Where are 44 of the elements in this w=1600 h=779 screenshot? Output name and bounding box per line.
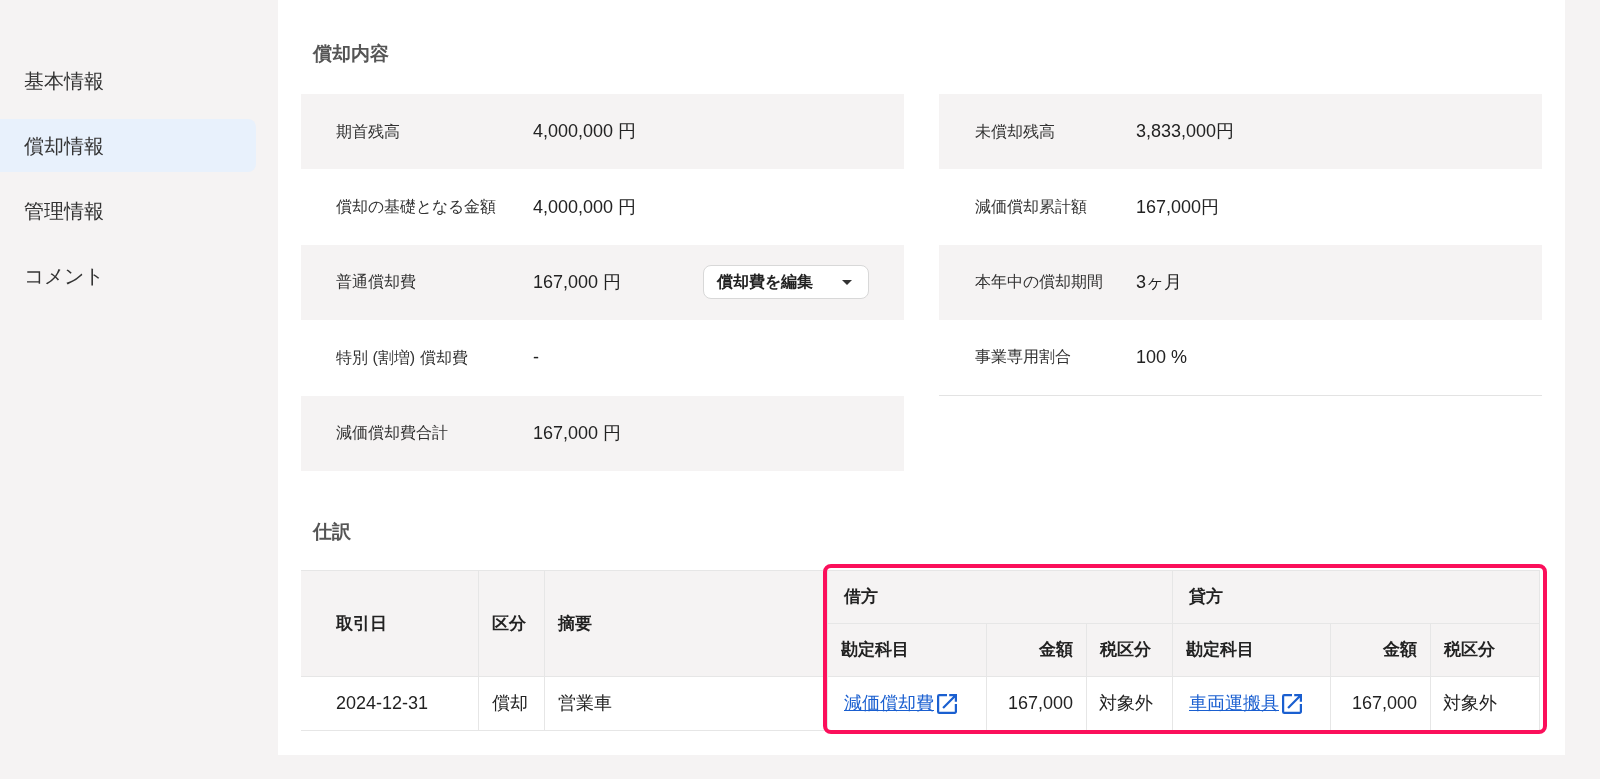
edit-depreciation-button[interactable]: 償却費を編集 (703, 265, 869, 300)
table-cell: 償却 (479, 677, 545, 731)
field-label: 事業専用割合 (974, 347, 1072, 368)
field-label: 普通償却費 (335, 272, 417, 293)
column-header: 勘定科目 (828, 624, 987, 677)
sidebar-item[interactable]: 基本情報 (0, 54, 256, 107)
sidebar-item[interactable]: 償却情報 (0, 119, 256, 172)
external-link-icon (937, 693, 957, 714)
column-header: 税区分 (1431, 624, 1540, 677)
field-value: 3,833,000円 (1136, 120, 1236, 144)
column-header: 区分 (479, 571, 545, 677)
column-header: 金額 (987, 624, 1087, 677)
field-label: 償却の基礎となる金額 (335, 197, 497, 218)
field-value: 4,000,000 円 (533, 120, 638, 144)
field-value: 167,000 円 (533, 421, 623, 445)
table-cell: 2024-12-31 (301, 677, 479, 731)
field-label: 減価償却累計額 (974, 197, 1088, 218)
field-value: 4,000,000 円 (533, 195, 638, 219)
section-title: 償却内容 (313, 41, 389, 66)
section-title: 仕訳 (313, 519, 351, 544)
group-header: 貸方 (1173, 571, 1540, 624)
column-header: 勘定科目 (1173, 624, 1331, 677)
table-cell: 営業車 (545, 677, 828, 731)
column-header: 取引日 (301, 571, 479, 677)
group-header: 借方 (828, 571, 1173, 624)
field-label: 期首残高 (335, 121, 401, 142)
sidebar-item[interactable]: コメント (0, 249, 256, 302)
external-link-icon (1282, 693, 1302, 714)
account-link[interactable]: 減価償却費 (844, 690, 934, 717)
field-label: 本年中の償却期間 (974, 272, 1104, 293)
field-label: 特別 (割増) 償却費 (335, 347, 469, 368)
field-value: 167,000 円 (533, 270, 623, 294)
field-value: 167,000円 (1136, 195, 1221, 219)
field-value: 3ヶ月 (1136, 270, 1183, 294)
sidebar-item[interactable]: 管理情報 (0, 184, 256, 237)
column-header: 税区分 (1087, 624, 1173, 677)
field-value: - (533, 346, 540, 370)
field-label: 減価償却費合計 (335, 423, 449, 444)
field-value: 100 % (1136, 345, 1189, 369)
field-label: 未償却残高 (974, 121, 1056, 142)
column-header: 金額 (1331, 624, 1431, 677)
column-header: 摘要 (545, 571, 828, 677)
caret-down-icon (842, 279, 852, 285)
account-link[interactable]: 車両運搬具 (1189, 690, 1279, 717)
